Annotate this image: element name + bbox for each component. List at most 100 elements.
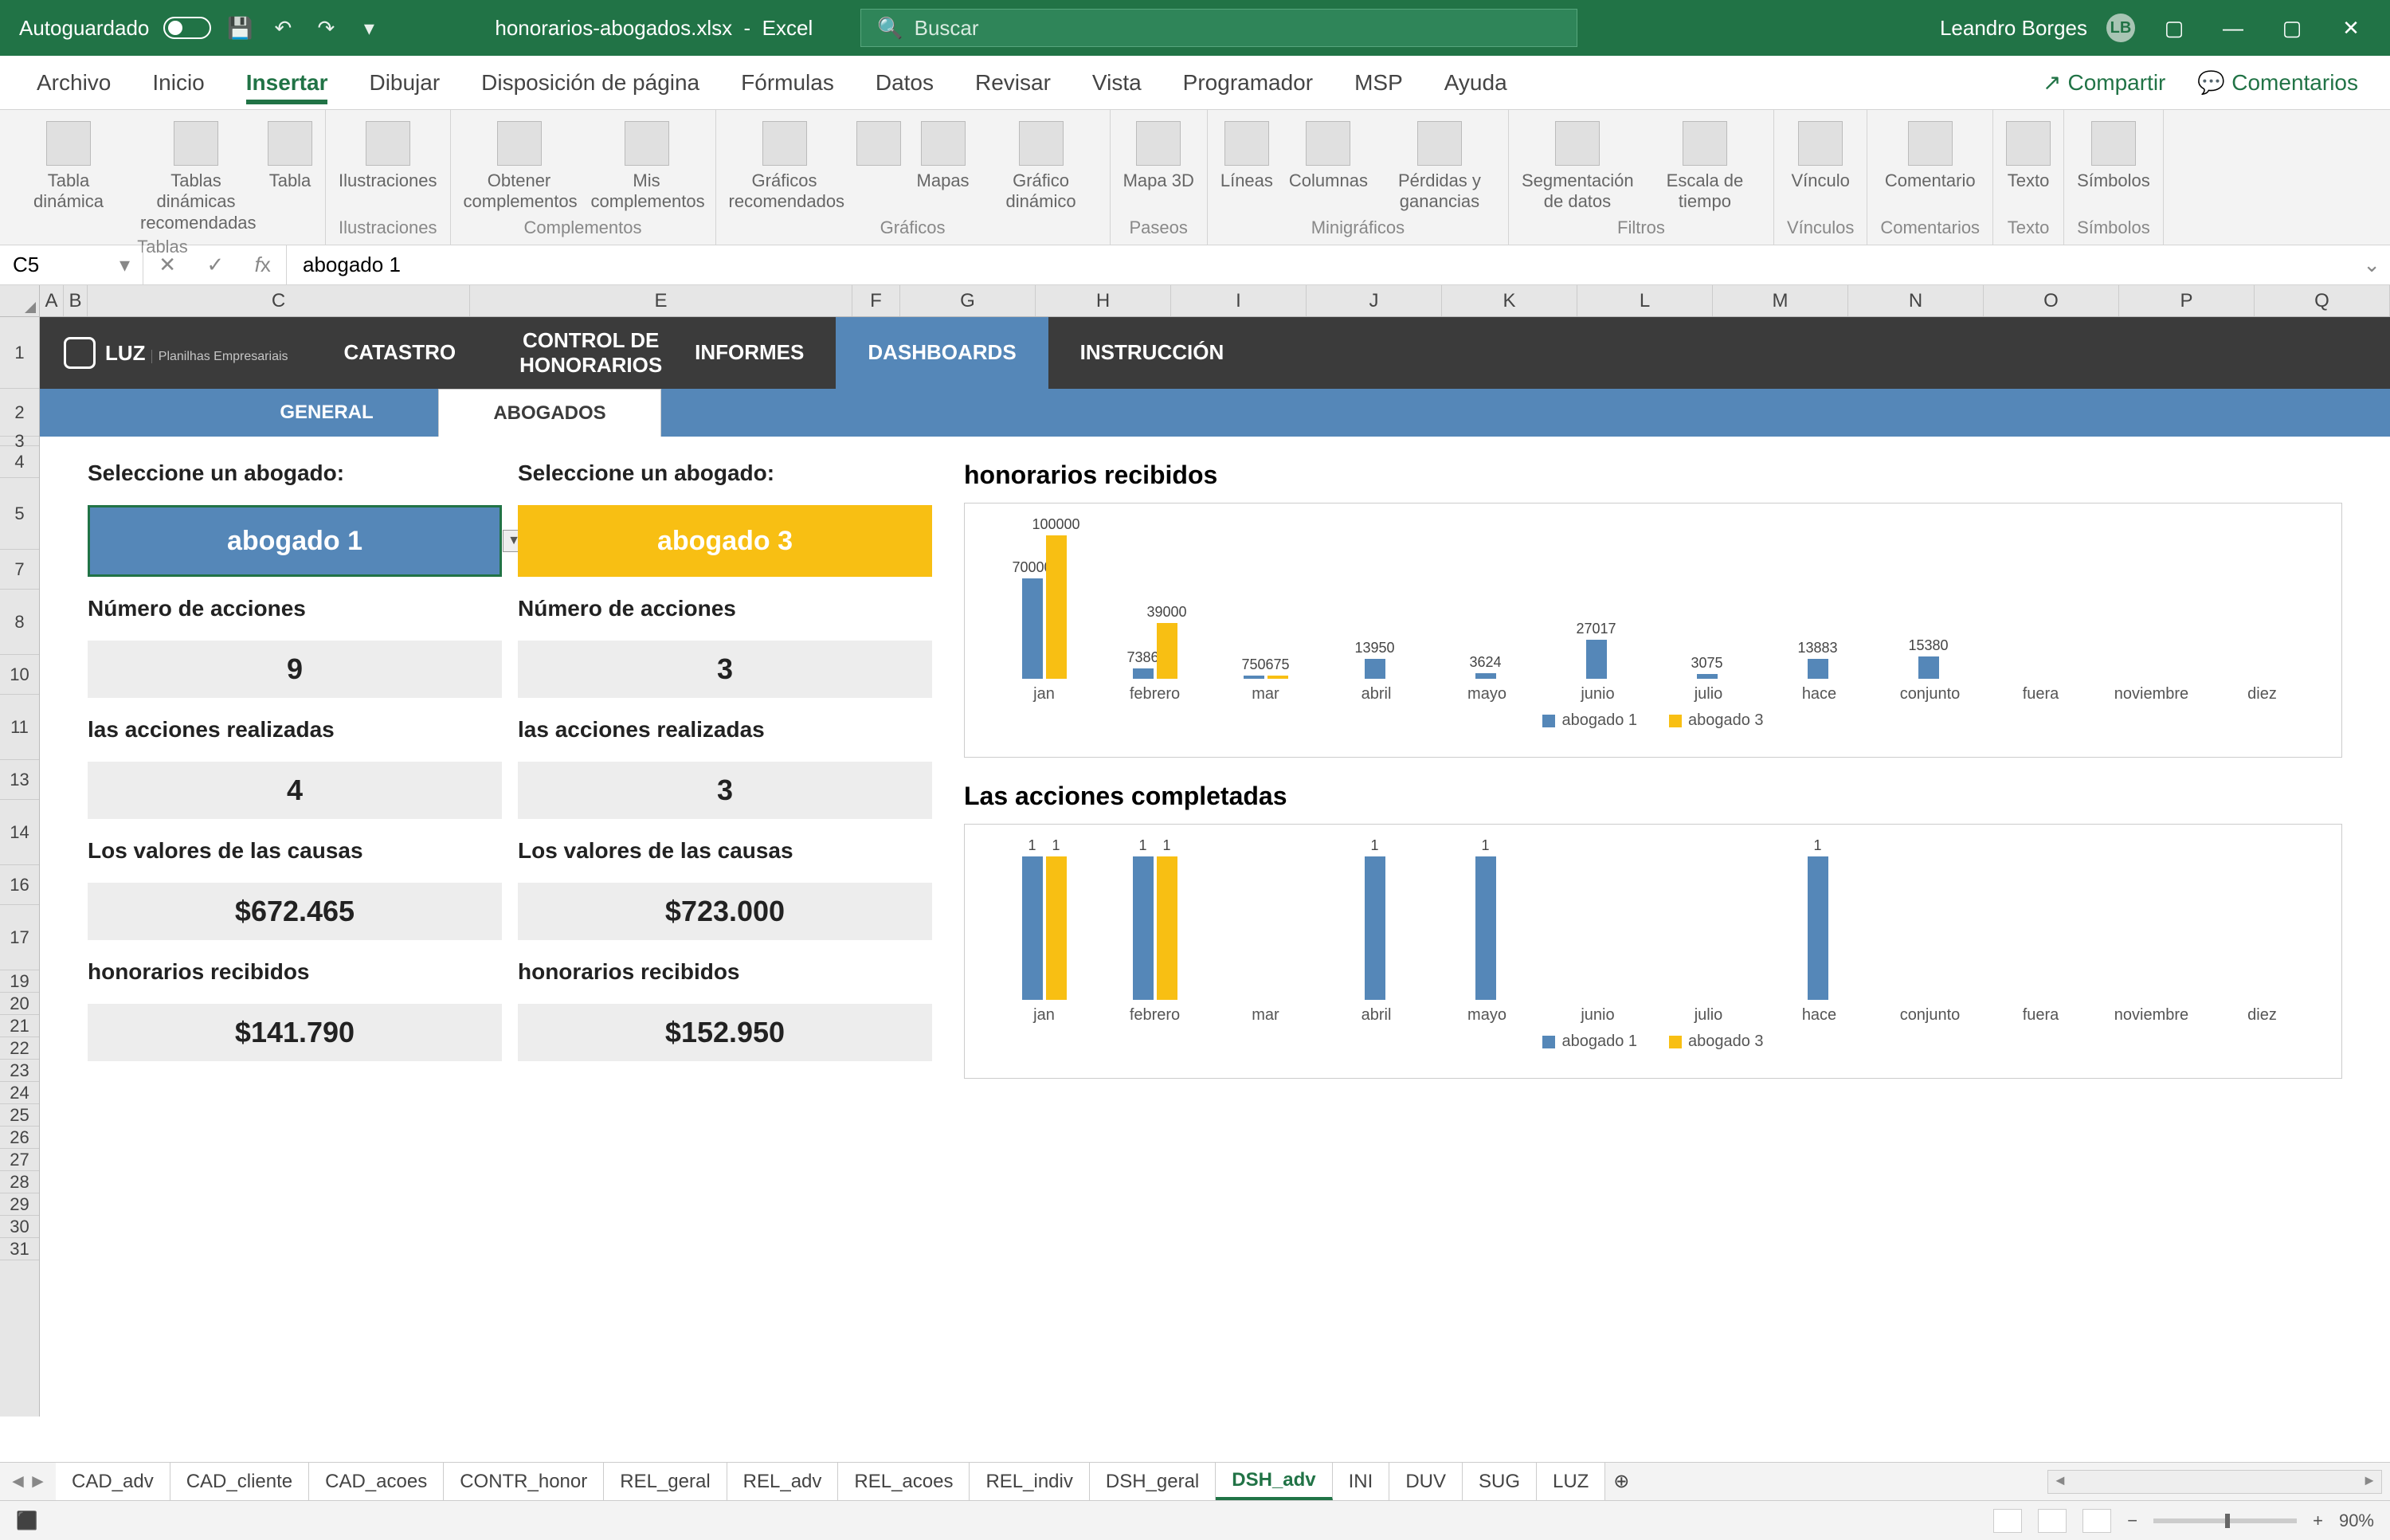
row-header[interactable]: 23: [0, 1060, 39, 1082]
tab-msp[interactable]: MSP: [1334, 56, 1424, 109]
row-header[interactable]: 16: [0, 865, 39, 905]
ribbon-item[interactable]: Columnas: [1289, 121, 1368, 191]
share-button[interactable]: ↗ Compartir: [2027, 69, 2181, 96]
tab-programador[interactable]: Programador: [1162, 56, 1334, 109]
column-header[interactable]: F: [852, 285, 900, 316]
tab-disposicion[interactable]: Disposición de página: [460, 56, 720, 109]
chart2[interactable]: 1111111janfebreromarabrilmayojuniojulioh…: [964, 824, 2342, 1079]
cancel-formula-icon[interactable]: ✕: [159, 253, 176, 277]
row-header[interactable]: 7: [0, 550, 39, 590]
row-header[interactable]: 25: [0, 1104, 39, 1127]
save-icon[interactable]: 💾: [225, 14, 254, 42]
subtab-general[interactable]: GENERAL: [215, 389, 438, 437]
undo-icon[interactable]: ↶: [268, 14, 297, 42]
row-header[interactable]: 8: [0, 590, 39, 655]
nav-catastro[interactable]: CATASTRO: [312, 317, 488, 389]
horizontal-scrollbar[interactable]: [2047, 1470, 2382, 1494]
tab-insertar[interactable]: Insertar: [225, 56, 349, 109]
autosave-toggle[interactable]: [163, 17, 211, 39]
row-header[interactable]: 21: [0, 1015, 39, 1037]
sheet-tab-LUZ[interactable]: LUZ: [1537, 1463, 1605, 1500]
row-header[interactable]: 5: [0, 478, 39, 550]
row-header[interactable]: 17: [0, 905, 39, 970]
ribbon-item[interactable]: [856, 121, 901, 170]
nav-control[interactable]: CONTROL DE HONORARIOS: [488, 317, 663, 389]
row-header[interactable]: 27: [0, 1149, 39, 1171]
sheet-nav-next-icon[interactable]: ►: [29, 1471, 48, 1493]
sheet-tab-CAD_cliente[interactable]: CAD_cliente: [170, 1463, 309, 1500]
page-break-view-icon[interactable]: [2082, 1509, 2111, 1533]
column-header[interactable]: K: [1442, 285, 1577, 316]
ribbon-item[interactable]: Obtener complementos: [464, 121, 575, 213]
ribbon-item[interactable]: Tabla dinámica: [13, 121, 124, 213]
row-header[interactable]: 10: [0, 655, 39, 695]
column-header[interactable]: I: [1171, 285, 1307, 316]
zoom-slider[interactable]: [2153, 1518, 2297, 1523]
row-header[interactable]: 14: [0, 800, 39, 865]
ribbon-item[interactable]: Símbolos: [2077, 121, 2150, 191]
ribbon-item[interactable]: Ilustraciones: [339, 121, 437, 191]
ribbon-item[interactable]: Tabla: [268, 121, 312, 191]
tab-formulas[interactable]: Fórmulas: [720, 56, 855, 109]
column-header[interactable]: E: [470, 285, 852, 316]
comments-button[interactable]: 💬 Comentarios: [2181, 69, 2374, 96]
tab-dibujar[interactable]: Dibujar: [348, 56, 460, 109]
column-header[interactable]: P: [2119, 285, 2255, 316]
tab-vista[interactable]: Vista: [1072, 56, 1162, 109]
zoom-in-button[interactable]: +: [2313, 1511, 2323, 1531]
row-header[interactable]: 3: [0, 437, 39, 446]
ribbon-display-icon[interactable]: ▢: [2154, 12, 2194, 44]
ribbon-item[interactable]: Escala de tiempo: [1649, 121, 1761, 213]
ribbon-item[interactable]: Vínculo: [1791, 121, 1849, 191]
nav-informes[interactable]: INFORMES: [663, 317, 836, 389]
formula-expand-icon[interactable]: ⌄: [2353, 253, 2390, 277]
chevron-down-icon[interactable]: ▾: [120, 253, 130, 277]
sheet-tab-DUV[interactable]: DUV: [1389, 1463, 1463, 1500]
worksheet[interactable]: LUZ Planilhas Empresariais CATASTRO CONT…: [40, 317, 2390, 1417]
column-header[interactable]: M: [1713, 285, 1848, 316]
sheet-tab-REL_adv[interactable]: REL_adv: [727, 1463, 839, 1500]
name-box[interactable]: C5▾: [0, 245, 143, 284]
qat-dropdown-icon[interactable]: ▾: [355, 14, 383, 42]
ribbon-item[interactable]: Mapas: [917, 121, 970, 191]
nav-dashboards[interactable]: DASHBOARDS: [836, 317, 1048, 389]
row-header[interactable]: 19: [0, 970, 39, 993]
sheet-tab-REL_acoes[interactable]: REL_acoes: [838, 1463, 970, 1500]
redo-icon[interactable]: ↷: [311, 14, 340, 42]
tab-inicio[interactable]: Inicio: [131, 56, 225, 109]
chart1[interactable]: 7000010000073863900075067513950362427017…: [964, 503, 2342, 758]
ribbon-item[interactable]: Pérdidas y ganancias: [1384, 121, 1495, 213]
column-header[interactable]: C: [88, 285, 470, 316]
ribbon-item[interactable]: Comentario: [1885, 121, 1976, 191]
row-header[interactable]: 24: [0, 1082, 39, 1104]
column-header[interactable]: J: [1307, 285, 1442, 316]
row-header[interactable]: 11: [0, 695, 39, 760]
ribbon-item[interactable]: Tablas dinámicas recomendadas: [140, 121, 252, 233]
row-header[interactable]: 29: [0, 1193, 39, 1216]
search-box[interactable]: 🔍 Buscar: [860, 9, 1577, 47]
row-header[interactable]: 1: [0, 317, 39, 389]
row-header[interactable]: 22: [0, 1037, 39, 1060]
column-header[interactable]: B: [64, 285, 88, 316]
tab-ayuda[interactable]: Ayuda: [1424, 56, 1528, 109]
ribbon-item[interactable]: Segmentación de datos: [1522, 121, 1633, 213]
user-avatar[interactable]: LB: [2106, 14, 2135, 42]
page-layout-view-icon[interactable]: [2038, 1509, 2067, 1533]
row-header[interactable]: 4: [0, 446, 39, 478]
row-header[interactable]: 31: [0, 1238, 39, 1260]
subtab-abogados[interactable]: ABOGADOS: [438, 389, 661, 437]
sheet-nav-prev-icon[interactable]: ◄: [9, 1471, 28, 1493]
ribbon-item[interactable]: Texto: [2006, 121, 2051, 191]
accept-formula-icon[interactable]: ✓: [206, 253, 224, 277]
column-header[interactable]: A: [40, 285, 64, 316]
close-icon[interactable]: ✕: [2331, 12, 2371, 44]
sheet-tab-CAD_adv[interactable]: CAD_adv: [56, 1463, 170, 1500]
row-header[interactable]: 20: [0, 993, 39, 1015]
ribbon-item[interactable]: Mis complementos: [591, 121, 703, 213]
zoom-level[interactable]: 90%: [2339, 1511, 2374, 1531]
sheet-tab-INI[interactable]: INI: [1333, 1463, 1390, 1500]
sheet-tab-CONTR_honor[interactable]: CONTR_honor: [444, 1463, 604, 1500]
row-header[interactable]: 30: [0, 1216, 39, 1238]
sheet-tab-REL_indiv[interactable]: REL_indiv: [970, 1463, 1089, 1500]
tab-archivo[interactable]: Archivo: [16, 56, 131, 109]
